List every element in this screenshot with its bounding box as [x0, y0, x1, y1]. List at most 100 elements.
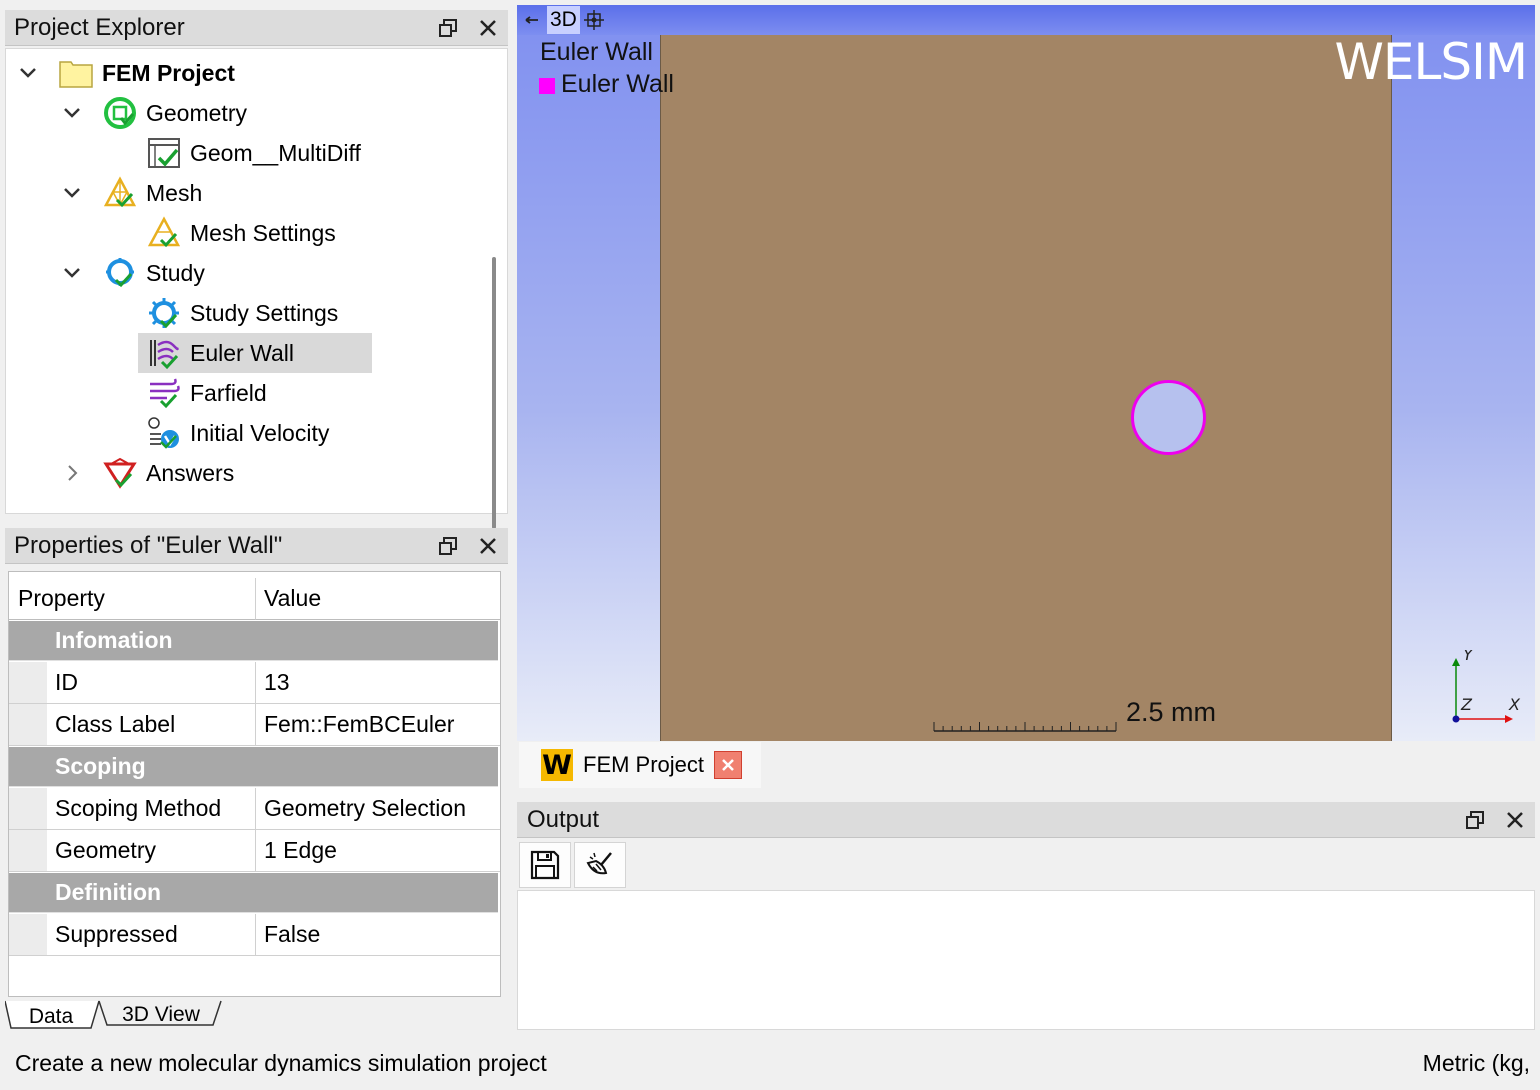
float-panel-button[interactable] [428, 528, 468, 564]
tree-item-euler-wall[interactable]: Euler Wall [138, 333, 372, 373]
tree-item-label: Mesh Settings [190, 219, 336, 246]
euler-wall-edge[interactable] [1131, 380, 1206, 455]
tree-item-label: FEM Project [102, 59, 235, 86]
welsim-logo: WELSIM [1334, 33, 1528, 91]
mesh-settings-icon [146, 215, 182, 251]
property-group-scoping[interactable]: Scoping [9, 747, 498, 787]
geometry-icon [102, 95, 138, 131]
chevron-right-icon[interactable] [60, 461, 84, 485]
tree-item-initial-velocity[interactable]: Initial Velocity [146, 413, 329, 453]
scale-bar [933, 722, 1117, 732]
answers-icon [102, 455, 138, 491]
property-row-id[interactable]: ID 13 [9, 662, 500, 704]
property-name: ID [9, 662, 256, 704]
close-panel-button[interactable] [468, 528, 508, 564]
folder-icon [58, 55, 94, 91]
property-row-suppressed[interactable]: Suppressed False [9, 914, 500, 956]
close-panel-button[interactable] [1495, 802, 1535, 838]
property-name: Geometry [9, 830, 256, 872]
close-panel-button[interactable] [468, 10, 508, 46]
property-name: Suppressed [9, 914, 256, 956]
close-icon [480, 537, 496, 554]
property-group-definition[interactable]: Definition [9, 873, 498, 913]
close-icon [722, 759, 734, 771]
property-value[interactable]: 1 Edge [256, 830, 500, 872]
document-tab-label: FEM Project [583, 752, 705, 777]
project-explorer-header: Project Explorer [5, 10, 508, 46]
fit-view-button[interactable] [580, 6, 608, 34]
tree-item-mesh-settings[interactable]: Mesh Settings [146, 213, 336, 253]
toolbar-handle-icon[interactable] [517, 6, 547, 34]
axis-x-label: X [1508, 695, 1521, 714]
tree-item-label: Study Settings [190, 299, 339, 326]
tab-3d-view[interactable]: 3D View [109, 1000, 213, 1030]
3d-viewport[interactable]: 3D Euler Wall Euler Wall WELSIM 2.5 mm Y… [517, 5, 1535, 741]
mesh-icon [102, 175, 138, 211]
tree-item-answers[interactable]: Answers [60, 453, 234, 493]
status-message: Create a new molecular dynamics simulati… [15, 1050, 547, 1076]
property-value[interactable]: Fem::FemBCEuler [256, 704, 500, 746]
tree-item-label: Study [146, 259, 205, 286]
view-mode-3d-button[interactable]: 3D [547, 6, 580, 34]
property-row-scoping-method[interactable]: Scoping Method Geometry Selection [9, 788, 500, 830]
chevron-down-icon[interactable] [60, 181, 84, 205]
close-tab-button[interactable] [714, 751, 743, 779]
chevron-down-icon[interactable] [60, 101, 84, 125]
property-value[interactable]: False [256, 914, 500, 956]
properties-title: Properties of "Euler Wall" [14, 531, 283, 559]
unit-system-indicator[interactable]: Metric (kg, [1423, 1050, 1530, 1077]
clear-output-button[interactable] [574, 842, 626, 888]
scale-label: 2.5 mm [1126, 697, 1217, 727]
property-row-class-label[interactable]: Class Label Fem::FemBCEuler [9, 704, 500, 746]
save-icon [530, 850, 560, 880]
axis-y-label: Y [1463, 650, 1474, 664]
output-title: Output [527, 805, 600, 833]
broom-icon [586, 852, 612, 875]
tree-item-label: Mesh [146, 179, 203, 206]
legend-label: Euler Wall [561, 70, 674, 98]
tree-item-label: Initial Velocity [190, 419, 330, 446]
project-tree[interactable]: FEM Project Geometry Geom__MultiDiff Mes… [5, 48, 508, 529]
project-explorer-title: Project Explorer [14, 13, 185, 41]
save-output-button[interactable] [519, 842, 571, 888]
property-row-geometry[interactable]: Geometry 1 Edge [9, 830, 500, 872]
property-group-information[interactable]: Infomation [9, 621, 498, 661]
tree-item-label: Farfield [190, 379, 267, 406]
float-panel-button[interactable] [428, 10, 468, 46]
tree-item-geom-multidiff[interactable]: Geom__MultiDiff [146, 133, 361, 173]
crosshair-icon [583, 10, 604, 30]
viewport-title-label: Euler Wall [540, 38, 653, 66]
property-value[interactable]: 13 [256, 662, 500, 704]
tree-item-geometry[interactable]: Geometry [60, 93, 247, 133]
euler-wall-icon [146, 335, 182, 371]
status-bar: Create a new molecular dynamics simulati… [0, 1040, 1540, 1090]
study-icon [102, 255, 138, 291]
close-icon [480, 19, 496, 36]
farfield-icon [146, 375, 182, 411]
restore-icon [439, 536, 457, 555]
initial-velocity-icon [146, 415, 182, 451]
axis-z-label: Z [1460, 695, 1473, 714]
gear-icon [146, 295, 182, 331]
document-tab-fem-project[interactable]: W FEM Project [519, 742, 761, 788]
axis-triad: Y Z X [1452, 650, 1521, 723]
tree-item-study[interactable]: Study [60, 253, 205, 293]
viewport-toolbar: 3D [517, 5, 1535, 35]
output-log[interactable] [517, 890, 1535, 1030]
tab-data[interactable]: Data [13, 1002, 89, 1032]
model-geometry[interactable] [660, 35, 1392, 741]
group-label: Scoping [55, 753, 146, 779]
tree-item-label: Euler Wall [190, 339, 294, 366]
tree-item-fem-project[interactable]: FEM Project [16, 53, 235, 93]
tree-item-study-settings[interactable]: Study Settings [146, 293, 338, 333]
property-grid-header: Property Value [9, 578, 500, 620]
welsim-w-icon: W [541, 749, 573, 781]
tree-item-farfield[interactable]: Farfield [146, 373, 267, 413]
chevron-down-icon[interactable] [16, 61, 40, 85]
tree-item-mesh[interactable]: Mesh [60, 173, 202, 213]
tree-scrollbar[interactable] [492, 257, 496, 529]
geometry-file-icon [146, 135, 182, 171]
chevron-down-icon[interactable] [60, 261, 84, 285]
property-value[interactable]: Geometry Selection [256, 788, 500, 830]
float-panel-button[interactable] [1455, 802, 1495, 838]
